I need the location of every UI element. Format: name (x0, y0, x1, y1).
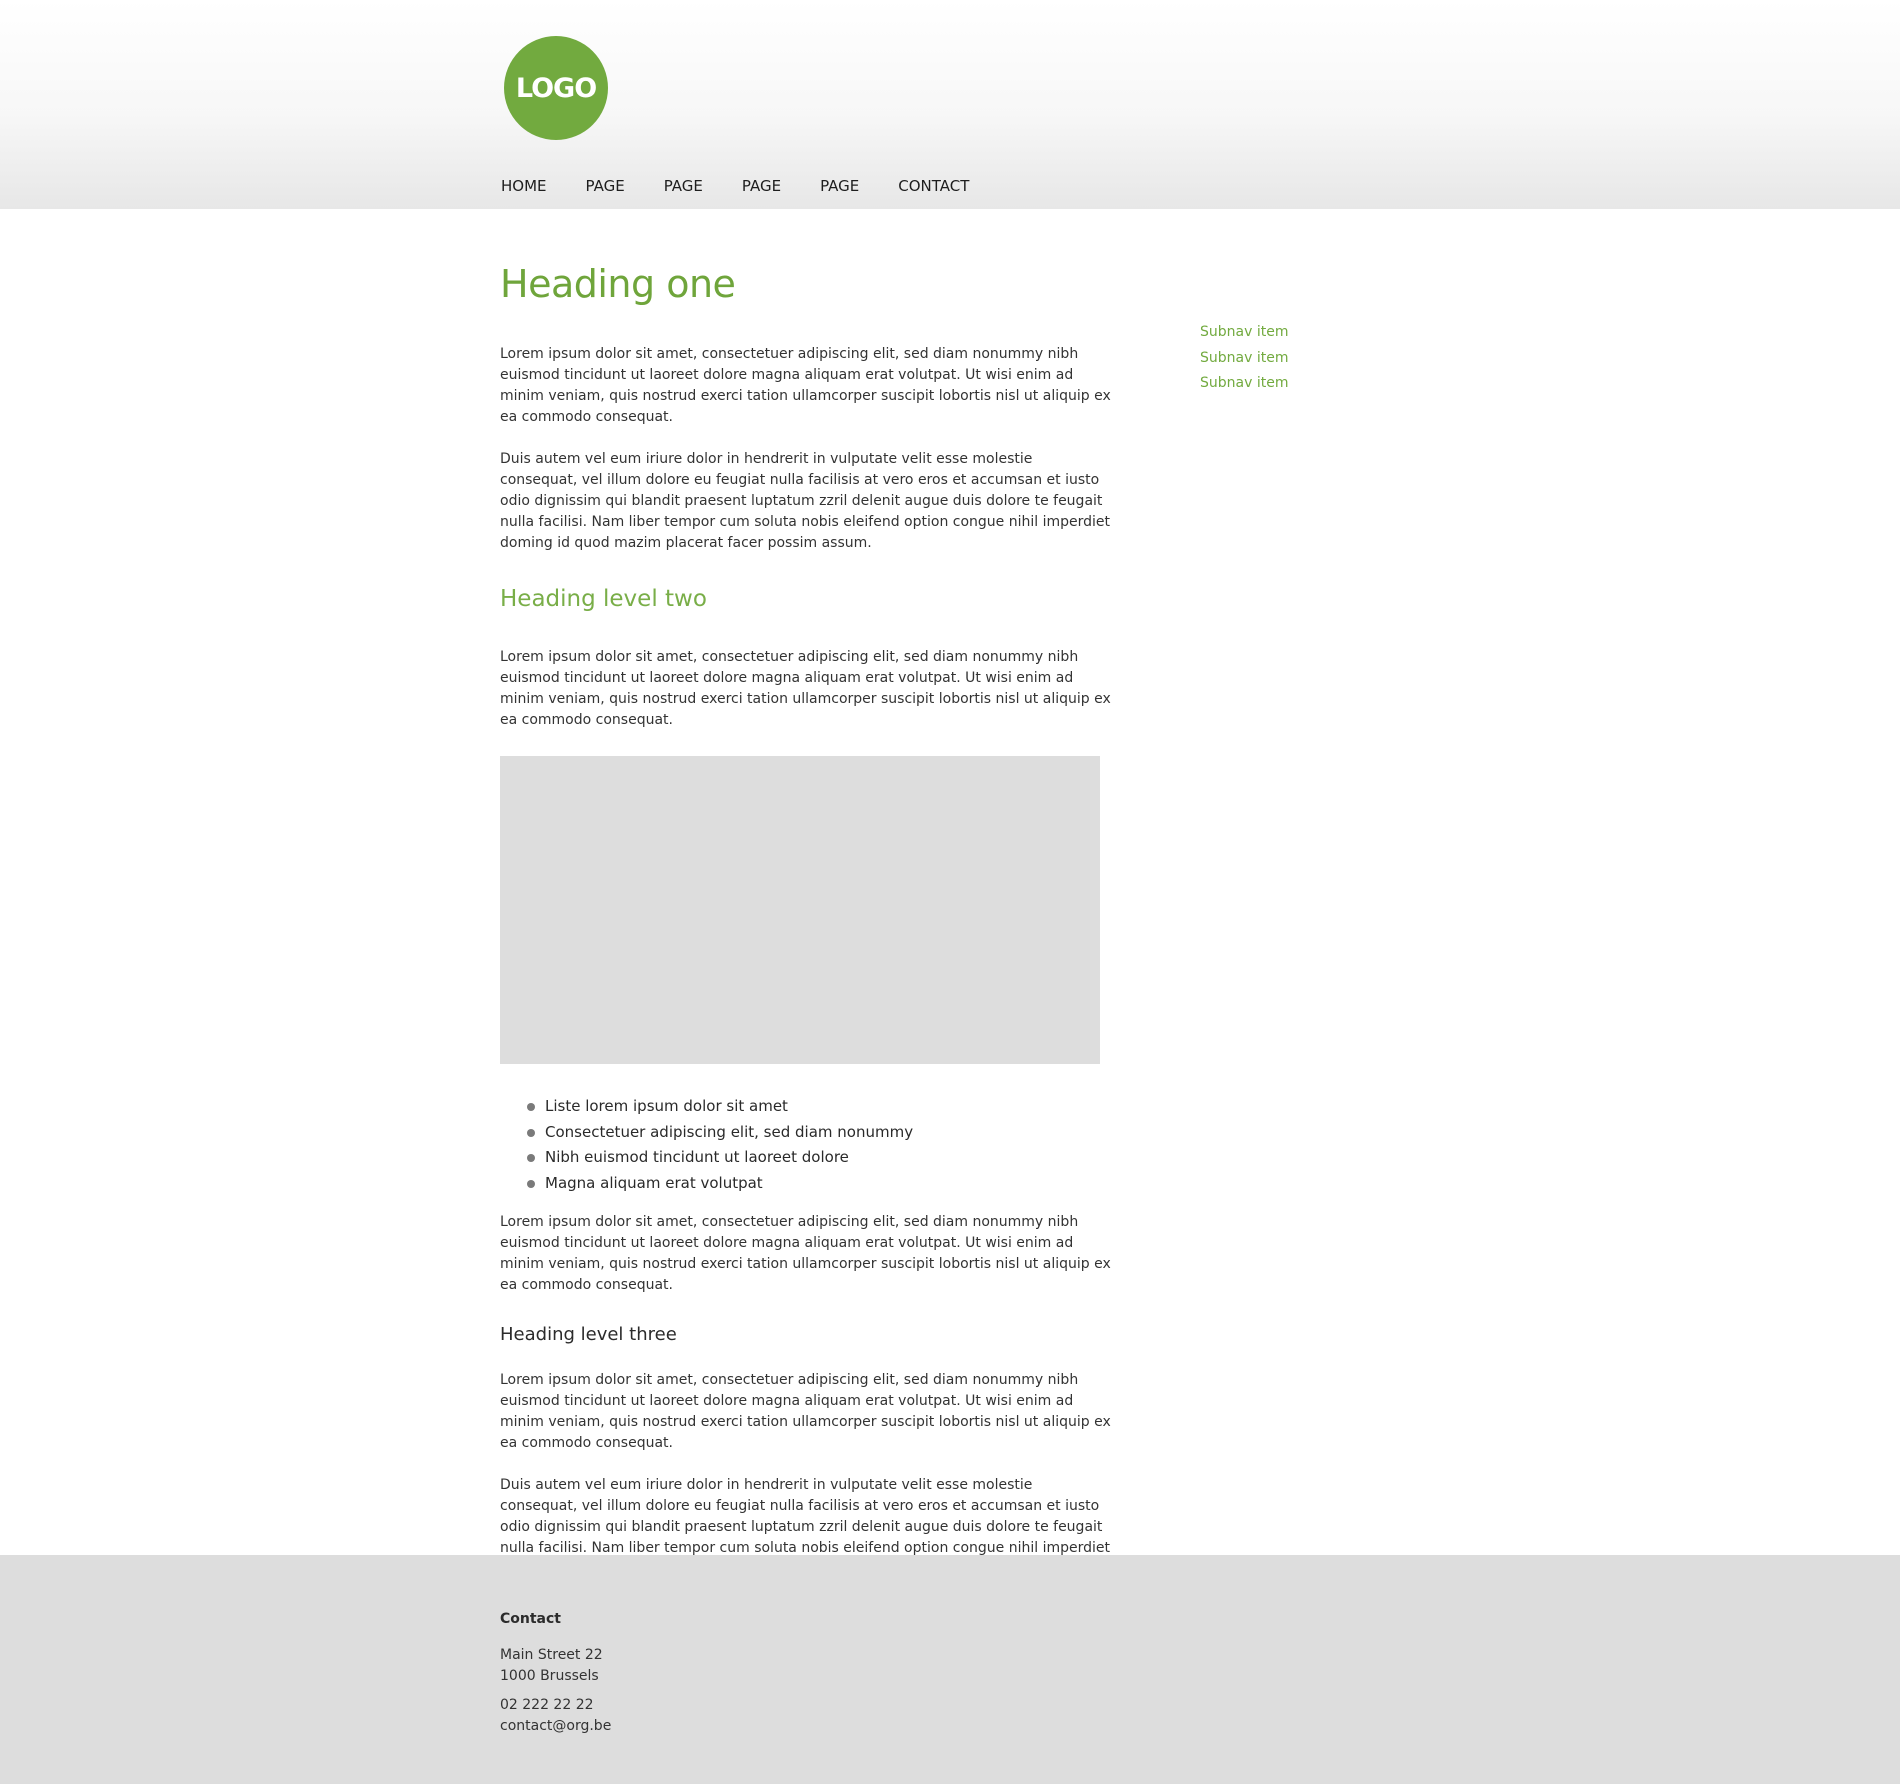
nav-item-page[interactable]: PAGE (586, 177, 625, 195)
nav-item-contact[interactable]: CONTACT (898, 177, 969, 195)
nav-item-page[interactable]: PAGE (820, 177, 859, 195)
list-item-text: Magna aliquam erat volutpat (545, 1173, 763, 1192)
main-area: Heading one Lorem ipsum dolor sit amet, … (0, 209, 1900, 1577)
address-street: Main Street 22 (500, 1647, 603, 1663)
bullet-icon (527, 1103, 535, 1111)
list-item: Magna aliquam erat volutpat (527, 1171, 1112, 1197)
footer-title: Contact (500, 1611, 561, 1627)
paragraph: Lorem ipsum dolor sit amet, consectetuer… (500, 346, 1111, 425)
list-item-text: Liste lorem ipsum dolor sit amet (545, 1097, 788, 1115)
image-placeholder (500, 756, 1100, 1064)
page-title: Heading one (500, 262, 736, 306)
footer-email-link[interactable]: contact@org.be (500, 1716, 611, 1737)
paragraph: Lorem ipsum dolor sit amet, consectetuer… (500, 1372, 1111, 1451)
subnav-item[interactable]: Subnav item (1200, 320, 1288, 346)
footer-phone-email: 02 222 22 22 contact@org.be (500, 1695, 611, 1737)
nav-item-page[interactable]: PAGE (664, 177, 703, 195)
main-content: Heading one Lorem ipsum dolor sit amet, … (500, 259, 1112, 1580)
heading-level-two: Heading level two (500, 586, 707, 612)
logo[interactable]: LOGO (504, 36, 608, 140)
bullet-icon (527, 1179, 535, 1188)
paragraph: Lorem ipsum dolor sit amet, consectetuer… (500, 649, 1111, 728)
site-header: LOGO HOME PAGE PAGE PAGE PAGE CONTACT (0, 0, 1900, 209)
footer-address: Main Street 22 1000 Brussels (500, 1645, 611, 1687)
nav-item-page[interactable]: PAGE (742, 177, 781, 195)
list-item: Liste lorem ipsum dolor sit amet (527, 1094, 1112, 1120)
nav-item-home[interactable]: HOME (501, 177, 547, 195)
subnav-item[interactable]: Subnav item (1200, 346, 1288, 372)
paragraph: Duis autem vel eum iriure dolor in hendr… (500, 451, 1111, 551)
subnav-item[interactable]: Subnav item (1200, 371, 1288, 397)
list-item-text: Consectetuer adipiscing elit, sed diam n… (545, 1122, 914, 1141)
address-city: 1000 Brussels (500, 1668, 599, 1684)
heading-level-three: Heading level three (500, 1324, 677, 1345)
paragraph: Lorem ipsum dolor sit amet, consectetuer… (500, 1214, 1111, 1293)
bullet-icon (527, 1154, 535, 1162)
bullet-icon (527, 1128, 535, 1137)
footer-contact-block: Contact Main Street 22 1000 Brussels 02 … (500, 1609, 611, 1737)
subnav: Subnav item Subnav item Subnav item (1200, 320, 1288, 397)
footer-phone: 02 222 22 22 (500, 1697, 594, 1713)
main-nav: HOME PAGE PAGE PAGE PAGE CONTACT (501, 173, 1008, 199)
list-item: Consectetuer adipiscing elit, sed diam n… (527, 1120, 1112, 1146)
list-item-text: Nibh euismod tincidunt ut laoreet dolore (545, 1148, 849, 1166)
bullet-list: Liste lorem ipsum dolor sit amet Consect… (500, 1094, 1112, 1196)
list-item: Nibh euismod tincidunt ut laoreet dolore (527, 1145, 1112, 1171)
site-footer: Contact Main Street 22 1000 Brussels 02 … (0, 1555, 1900, 1784)
logo-text: LOGO (515, 72, 597, 104)
